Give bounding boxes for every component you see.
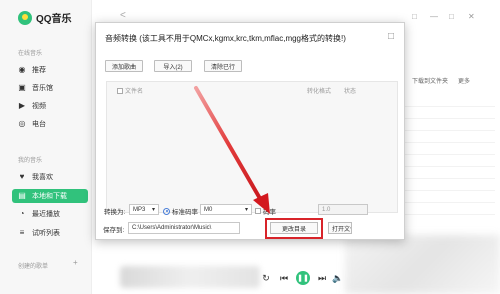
import-button[interactable]: 导入(2) [154, 60, 192, 72]
mini-mode-icon[interactable]: □ [412, 12, 417, 21]
chevron-down-icon: ▾ [244, 207, 248, 213]
now-playing-info [120, 266, 260, 288]
list-item [405, 119, 495, 131]
download-folder-link[interactable]: 下载到文件夹 [412, 76, 448, 85]
sidebar-item-local-download[interactable]: ▤ 本地和下载 [12, 189, 88, 203]
heart-icon: ♥ [19, 172, 25, 181]
bitrate-radio[interactable] [163, 207, 170, 215]
clear-button[interactable]: 清除已行 [204, 60, 242, 72]
maximize-icon[interactable]: □ [449, 12, 454, 21]
bitrate-select[interactable]: M0 ▾ [200, 204, 252, 215]
loop-icon[interactable]: ↻ [260, 271, 272, 285]
bitrate-value: M0 [204, 206, 213, 213]
sidebar-item-label: 最近播放 [32, 211, 60, 218]
sidebar-item-music-hall[interactable]: ▣ 音乐馆 [12, 81, 88, 95]
blurred-area [345, 235, 500, 294]
music-hall-icon: ▣ [18, 83, 26, 92]
sidebar: QQ音乐 在线音乐 ◉ 推荐 ▣ 音乐馆 ▶ 视频 ◎ 电台 我的音乐 ♥ 我喜… [0, 0, 92, 294]
list-item [405, 155, 495, 167]
sidebar-item-label: 本地和下载 [32, 193, 67, 200]
custom-bitrate-option[interactable]: 码率 [255, 206, 276, 216]
custom-bitrate-checkbox[interactable] [255, 208, 261, 214]
radio-icon: ◎ [18, 119, 26, 128]
sidebar-item-label: 我喜欢 [32, 174, 53, 181]
standard-bitrate-option[interactable]: 标准码率 [163, 206, 198, 216]
custom-bitrate-select[interactable]: 1.0 [318, 204, 368, 215]
sidebar-item-radio[interactable]: ◎ 电台 [12, 117, 88, 131]
dialog-title: 音频转换 (该工具不用于QMCx,kgmx,krc,tkm,mflac,mgg格… [105, 34, 346, 43]
save-path-field[interactable]: C:\Users\Administrator\Music\ [128, 222, 240, 234]
sidebar-item-label: 电台 [32, 121, 46, 128]
volume-icon[interactable]: 🔈 [332, 271, 344, 285]
list-item [405, 203, 495, 215]
save-to-label: 保存到: [103, 227, 125, 234]
standard-bitrate-label: 标准码率 [172, 209, 198, 216]
file-list[interactable]: 文件名 转化格式 状态 [106, 81, 398, 213]
sidebar-item-liked[interactable]: ♥ 我喜欢 [12, 170, 88, 184]
list-item [405, 131, 495, 143]
column-filename[interactable]: 文件名 [117, 86, 143, 95]
qq-music-logo-icon [18, 10, 32, 25]
sidebar-item-trial-list[interactable]: ≡ 试听列表 [12, 226, 88, 240]
column-filename-label: 文件名 [125, 89, 144, 95]
section-online-music: 在线音乐 [18, 51, 43, 57]
pause-button[interactable]: ❚❚ [296, 271, 310, 285]
list-item [405, 179, 495, 191]
clock-icon: ◔ [19, 209, 25, 218]
minimize-icon[interactable]: — [430, 12, 438, 21]
video-icon: ▶ [18, 101, 26, 110]
sidebar-item-label: 推荐 [32, 67, 46, 74]
add-songs-button[interactable]: 添加歌曲 [105, 60, 143, 72]
list-item [405, 95, 495, 107]
next-track-icon[interactable]: ⏭ [316, 271, 328, 285]
download-icon: ▤ [18, 191, 26, 200]
app-logo-text: QQ音乐 [36, 14, 72, 25]
convert-to-label: 转换为: [104, 209, 126, 216]
sidebar-item-recommend[interactable]: ◉ 推荐 [12, 63, 88, 77]
highlight-box [265, 218, 323, 239]
add-playlist-icon[interactable]: + [73, 258, 78, 267]
output-format-value: MP3 [133, 206, 146, 213]
column-status: 状态 [344, 89, 357, 95]
audio-convert-dialog: 音频转换 (该工具不用于QMCx,kgmx,krc,tkm,mflac,mgg格… [95, 22, 405, 240]
sidebar-item-label: 试听列表 [32, 230, 60, 237]
sidebar-item-label: 视频 [32, 103, 46, 110]
close-window-icon[interactable]: ✕ [468, 12, 475, 21]
chevron-down-icon: ▾ [151, 207, 155, 213]
sidebar-item-recent[interactable]: ◔ 最近播放 [12, 207, 88, 221]
list-item [405, 167, 495, 179]
list-item [405, 143, 495, 155]
app-logo[interactable]: QQ音乐 [18, 10, 72, 25]
output-format-select[interactable]: MP3 ▾ [129, 204, 159, 215]
select-all-checkbox[interactable] [117, 87, 123, 94]
sidebar-item-label: 音乐馆 [32, 85, 53, 92]
more-menu[interactable]: 更多 [458, 76, 470, 85]
previous-track-icon[interactable]: ⏮ [278, 271, 290, 285]
column-format: 转化格式 [307, 89, 332, 95]
custom-bitrate-value: 1.0 [322, 206, 331, 213]
section-my-music: 我的音乐 [18, 158, 43, 164]
open-folder-button[interactable]: 打开文件夹 [328, 222, 352, 234]
dialog-close-icon[interactable]: □ [388, 31, 394, 42]
disc-icon: ◉ [18, 65, 26, 74]
background-song-list [405, 95, 495, 215]
section-created-playlists: 创建的歌单 [18, 264, 49, 270]
sidebar-item-video[interactable]: ▶ 视频 [12, 99, 88, 113]
list-item [405, 191, 495, 203]
custom-bitrate-label: 码率 [263, 209, 276, 216]
list-icon: ≡ [19, 228, 25, 237]
list-item [405, 107, 495, 119]
back-button[interactable]: < [120, 10, 126, 21]
